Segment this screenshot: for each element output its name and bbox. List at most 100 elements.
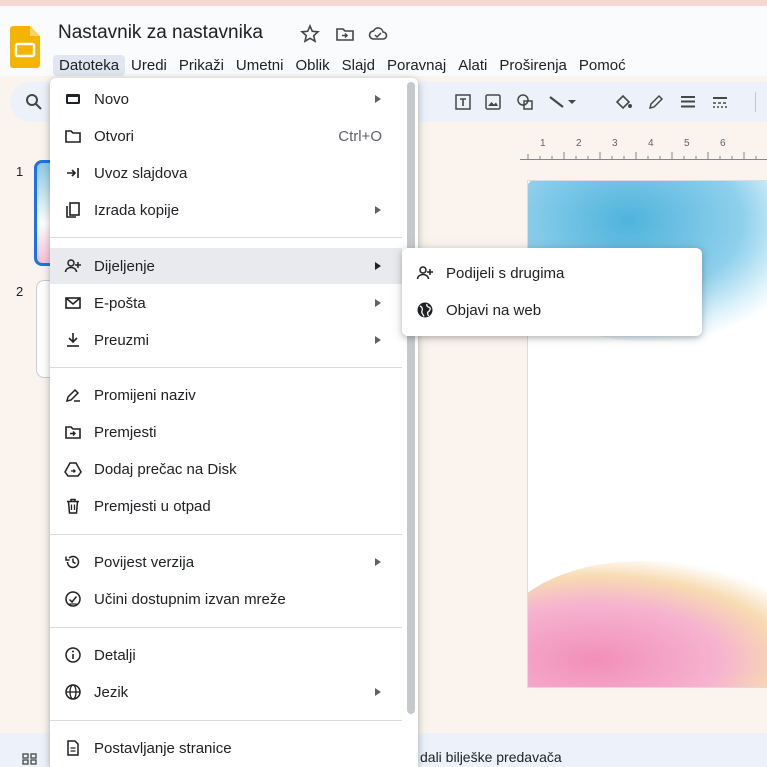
menu-scrollbar-thumb[interactable] (407, 82, 415, 714)
cloud-saved-icon[interactable] (368, 24, 388, 44)
menu-slajd[interactable]: Slajd (336, 55, 381, 76)
move-folder-icon (65, 426, 81, 439)
speaker-notes-placeholder[interactable]: dali bilješke predavača (420, 749, 562, 765)
menu-item-izrada-kopije[interactable]: Izrada kopije (50, 192, 402, 228)
menu-item-promijeni-naziv[interactable]: Promijeni naziv (50, 377, 402, 413)
ruler-number: 6 (720, 138, 726, 149)
menu-item-dijeljenje[interactable]: Dijeljenje (50, 248, 402, 284)
chevron-down-icon[interactable] (566, 92, 578, 112)
info-icon (65, 647, 81, 663)
ruler-number: 2 (576, 138, 582, 149)
drive-shortcut-icon (64, 462, 82, 477)
menu-item-label: Postavljanje stranice (94, 740, 232, 757)
menu-item-label: Detalji (94, 647, 136, 664)
fill-color-icon[interactable] (613, 92, 633, 112)
menubar: Datoteka Uredi Prikaži Umetni Oblik Slaj… (53, 52, 632, 78)
rename-icon (65, 388, 80, 403)
move-folder-icon[interactable] (335, 24, 355, 44)
submenu-arrow-icon (375, 299, 381, 307)
ruler-number: 1 (540, 138, 546, 149)
submenu-arrow-icon (375, 336, 381, 344)
document-title[interactable]: Nastavnik za nastavnika (58, 22, 263, 44)
menu-item-otvori[interactable]: Otvori Ctrl+O (50, 118, 402, 154)
menu-item-label: Jezik (94, 684, 129, 701)
border-dash-icon[interactable] (710, 92, 730, 112)
menu-divider (50, 237, 402, 238)
ruler-number: 4 (648, 138, 654, 149)
submenu-item-podijeli[interactable]: Podijeli s drugima (402, 255, 702, 291)
menu-uredi[interactable]: Uredi (125, 55, 173, 76)
menu-item-detalji[interactable]: Detalji (50, 637, 402, 673)
menu-item-offline[interactable]: Učini dostupnim izvan mreže (50, 581, 402, 617)
menu-item-premjesti-u-otpad[interactable]: Premjesti u otpad (50, 488, 402, 524)
menu-divider (50, 534, 402, 535)
menu-prikazi[interactable]: Prikaži (173, 55, 230, 76)
image-icon[interactable] (483, 92, 503, 112)
menu-item-premjesti[interactable]: Premjesti (50, 414, 402, 450)
menu-item-label: Dijeljenje (94, 258, 155, 275)
submenu-arrow-icon (375, 95, 381, 103)
menu-item-label: Otvori (94, 128, 135, 145)
person-add-icon (64, 259, 81, 273)
menu-item-dodaj-precac[interactable]: Dodaj prečac na Disk (50, 451, 402, 487)
menu-item-povijest-verzija[interactable]: Povijest verzija (50, 544, 402, 580)
menu-item-label: Novo (94, 91, 130, 108)
toolbar-divider (755, 92, 756, 112)
watercolor-pink (528, 561, 767, 687)
border-weight-icon[interactable] (678, 92, 698, 112)
file-menu: Novo Otvori Ctrl+O Uvoz slajdova Izrada … (50, 78, 418, 767)
download-icon (67, 333, 79, 347)
menu-item-e-posta[interactable]: E-pošta (50, 285, 402, 321)
menu-item-label: Premjesti (94, 424, 157, 441)
trash-icon (67, 498, 79, 514)
menu-item-label: Povijest verzija (94, 554, 195, 571)
slide-number: 1 (16, 164, 24, 179)
menu-umetni[interactable]: Umetni (230, 55, 290, 76)
shortcut-label: Ctrl+O (338, 128, 382, 145)
menu-poravnaj[interactable]: Poravnaj (381, 55, 452, 76)
submenu-arrow-icon (375, 206, 381, 214)
share-submenu: Podijeli s drugima Objavi na web (402, 248, 702, 336)
search-menus-icon[interactable] (24, 92, 44, 112)
menu-item-label: Uvoz slajdova (94, 165, 188, 182)
person-add-icon (416, 266, 433, 280)
text-box-icon[interactable] (453, 92, 473, 112)
menu-prosirenja[interactable]: Proširenja (493, 55, 573, 76)
public-globe-icon (417, 302, 433, 318)
submenu-arrow-icon (375, 558, 381, 566)
submenu-item-objavi[interactable]: Objavi na web (402, 292, 702, 328)
ruler-ticks (520, 152, 767, 160)
menu-alati[interactable]: Alati (452, 55, 493, 76)
slides-new-icon (66, 94, 80, 104)
menu-item-label: Preuzmi (94, 332, 150, 349)
menu-divider (50, 367, 402, 368)
ruler-number: 5 (684, 138, 690, 149)
shape-icon[interactable] (515, 92, 535, 112)
globe-icon (65, 684, 81, 700)
menu-item-jezik[interactable]: Jezik (50, 674, 402, 710)
app-header: Nastavnik za nastavnika Datoteka Uredi P… (0, 6, 767, 76)
star-icon[interactable] (300, 24, 320, 44)
ruler-number: 3 (612, 138, 618, 149)
page-setup-icon (67, 740, 79, 756)
border-color-icon[interactable] (646, 92, 666, 112)
slides-logo-icon[interactable] (10, 26, 40, 68)
menu-item-novo[interactable]: Novo (50, 81, 402, 117)
menu-item-label: Promijeni naziv (94, 387, 196, 404)
menu-item-postavljanje-stranice[interactable]: Postavljanje stranice (50, 730, 402, 766)
menu-pomoc[interactable]: Pomoć (573, 55, 632, 76)
line-icon[interactable] (547, 92, 567, 112)
grid-view-icon[interactable] (22, 753, 38, 765)
submenu-item-label: Objavi na web (446, 302, 542, 319)
history-icon (65, 555, 80, 569)
menu-oblik[interactable]: Oblik (289, 55, 335, 76)
submenu-arrow-icon (375, 688, 381, 696)
menu-item-preuzmi[interactable]: Preuzmi (50, 322, 402, 358)
menu-divider (50, 627, 402, 628)
import-icon (67, 168, 79, 178)
submenu-arrow-icon (375, 262, 381, 270)
menu-item-uvoz-slajdova[interactable]: Uvoz slajdova (50, 155, 402, 191)
folder-icon (65, 130, 81, 143)
menu-datoteka[interactable]: Datoteka (53, 54, 126, 76)
copy-icon (66, 202, 80, 218)
